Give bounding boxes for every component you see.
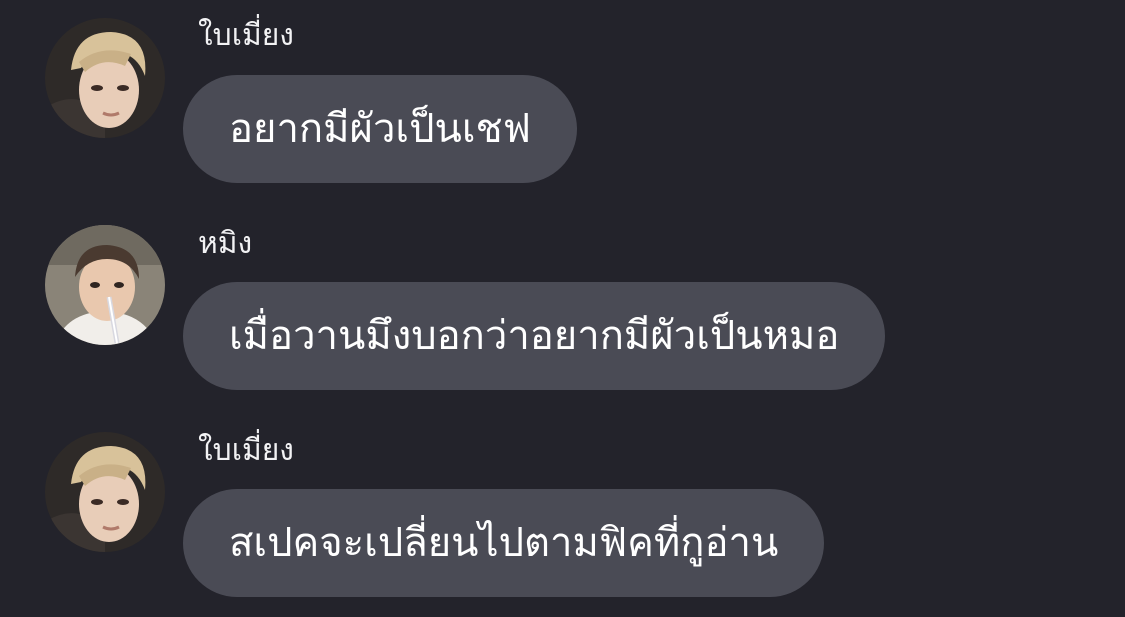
avatar-image [45, 432, 165, 552]
avatar-image [45, 225, 165, 345]
avatar[interactable] [45, 225, 165, 345]
avatar[interactable] [45, 432, 165, 552]
sender-name: ใบเมี่ยง [198, 18, 294, 53]
message-bubble[interactable]: อยากมีผัวเป็นเชฟ [183, 75, 577, 183]
message-bubble[interactable]: สเปคจะเปลี่ยนไปตามฟิคที่กูอ่าน [183, 489, 825, 597]
sender-name: ใบเมี่ยง [198, 433, 294, 468]
avatar[interactable] [45, 18, 165, 138]
sender-name: หมิง [198, 226, 253, 261]
message-bubble[interactable]: เมื่อวานมึงบอกว่าอยากมีผัวเป็นหมอ [183, 282, 886, 390]
chat-thread: ใบเมี่ยง อยากมีผัวเป็นเชฟ หมิง เมื่อวานม… [0, 0, 1125, 617]
avatar-image [45, 18, 165, 138]
